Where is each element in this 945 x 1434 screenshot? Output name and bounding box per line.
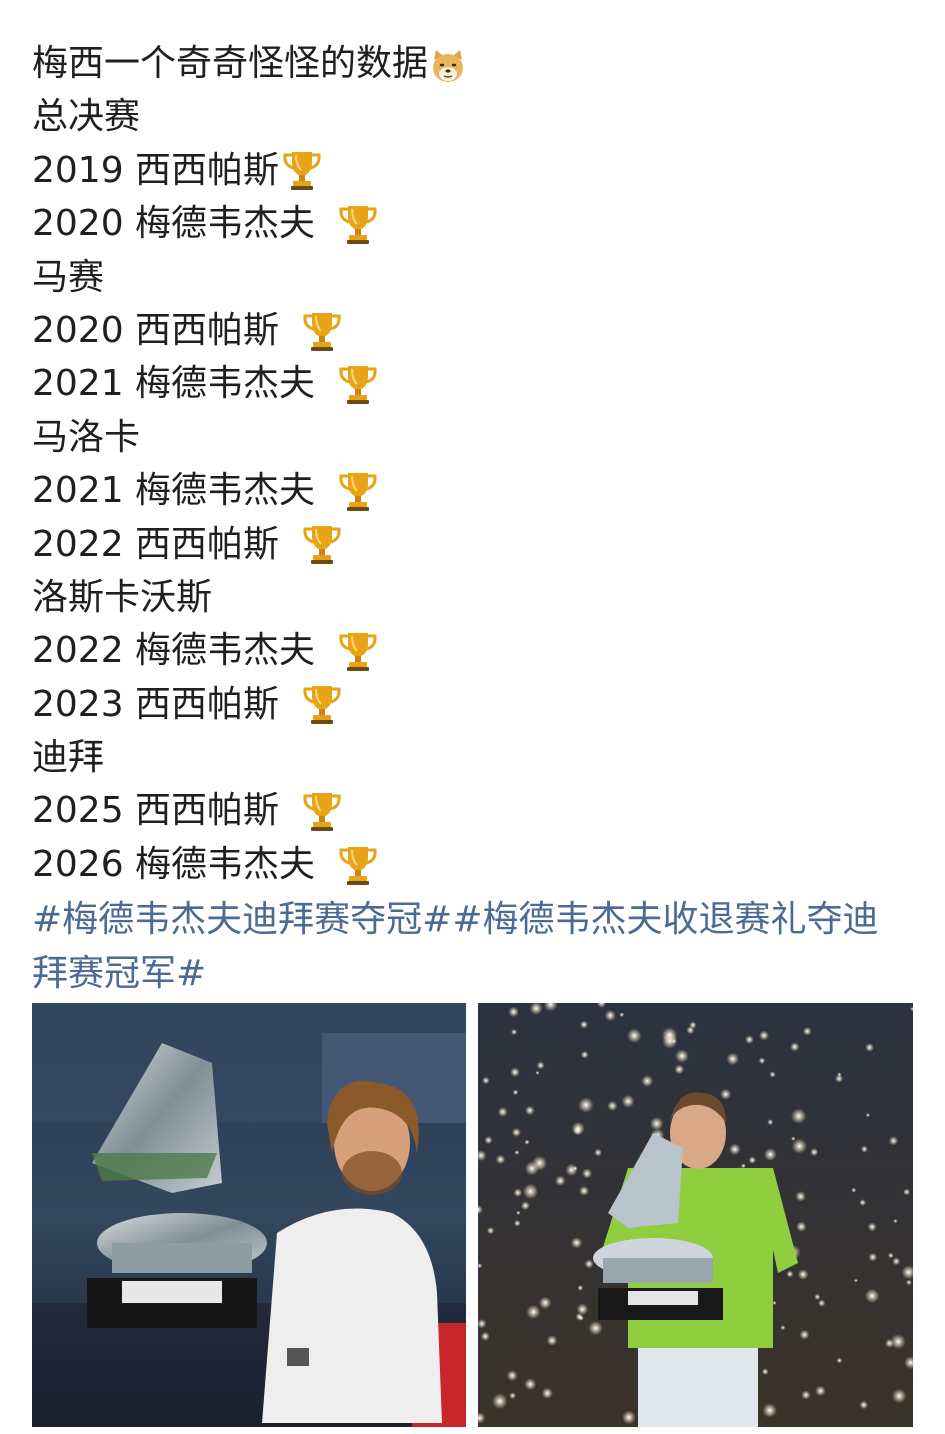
trophy-icon (337, 202, 379, 246)
post-line: 马洛卡 (32, 411, 912, 464)
post-line: 2026 梅德韦杰夫 (32, 838, 912, 891)
doge-icon (430, 46, 466, 82)
post-line-text: 马洛卡 (32, 416, 141, 458)
post-line: 2022 梅德韦杰夫 (32, 624, 912, 677)
tsitsipas-trophy-photo[interactable] (32, 1003, 466, 1427)
post-line: 2020 西西帕斯 (32, 304, 912, 357)
trophy-icon (337, 362, 379, 406)
post-line-text: 2023 西西帕斯 (32, 683, 291, 725)
post-body: 梅西一个奇奇怪怪的数据 总决赛 2019 西西帕斯 2020 梅德韦杰夫 马赛 2020… (32, 37, 912, 1000)
post-line-text: 2021 梅德韦杰夫 (32, 470, 327, 512)
hashtag-link[interactable]: #梅德韦杰夫迪拜赛夺冠# (32, 899, 452, 940)
trophy-icon (301, 789, 343, 833)
trophy-icon (337, 469, 379, 513)
post-line-text: 2022 西西帕斯 (32, 523, 291, 565)
hashtag-row: #梅德韦杰夫迪拜赛夺冠##梅德韦杰夫收退赛礼夺迪拜赛冠军# (32, 893, 912, 1000)
post-line: 总决赛 (32, 90, 912, 143)
photo-grid (32, 1003, 913, 1427)
post-line-text: 迪拜 (32, 737, 105, 779)
post-line: 迪拜 (32, 731, 912, 784)
trophy-icon (281, 148, 323, 192)
trophy-icon (337, 629, 379, 673)
post-line-text: 梅西一个奇奇怪怪的数据 (32, 43, 429, 84)
post-line-text: 洛斯卡沃斯 (32, 576, 213, 618)
trophy-icon (301, 522, 343, 566)
trophy-icon (301, 309, 343, 353)
post-line-text: 2021 梅德韦杰夫 (32, 363, 327, 405)
post-line-text: 2020 西西帕斯 (32, 309, 291, 351)
post-line: 2022 西西帕斯 (32, 518, 912, 571)
medvedev-trophy-photo[interactable] (478, 1003, 913, 1427)
post-lines: 梅西一个奇奇怪怪的数据 总决赛 2019 西西帕斯 2020 梅德韦杰夫 马赛 2020… (32, 37, 912, 891)
trophy-icon (337, 843, 379, 887)
post-line: 梅西一个奇奇怪怪的数据 (32, 37, 912, 90)
post-line: 2021 梅德韦杰夫 (32, 357, 912, 410)
post-line-text: 2025 西西帕斯 (32, 790, 291, 832)
post-line: 2025 西西帕斯 (32, 784, 912, 837)
post-line: 马赛 (32, 251, 912, 304)
post-line-text: 马赛 (32, 256, 105, 298)
trophy-icon (301, 682, 343, 726)
post-line-text: 2026 梅德韦杰夫 (32, 843, 327, 885)
post-line-text: 2020 梅德韦杰夫 (32, 203, 327, 245)
previous-content-fragment (160, 0, 168, 16)
post-line-text: 2019 西西帕斯 (32, 149, 280, 191)
post-line-text: 总决赛 (32, 96, 141, 138)
post-line: 2021 梅德韦杰夫 (32, 464, 912, 517)
post-line: 2023 西西帕斯 (32, 678, 912, 731)
post-line: 2020 梅德韦杰夫 (32, 197, 912, 250)
post-line: 2019 西西帕斯 (32, 144, 912, 197)
post-line: 洛斯卡沃斯 (32, 571, 912, 624)
post-line-text: 2022 梅德韦杰夫 (32, 630, 327, 672)
